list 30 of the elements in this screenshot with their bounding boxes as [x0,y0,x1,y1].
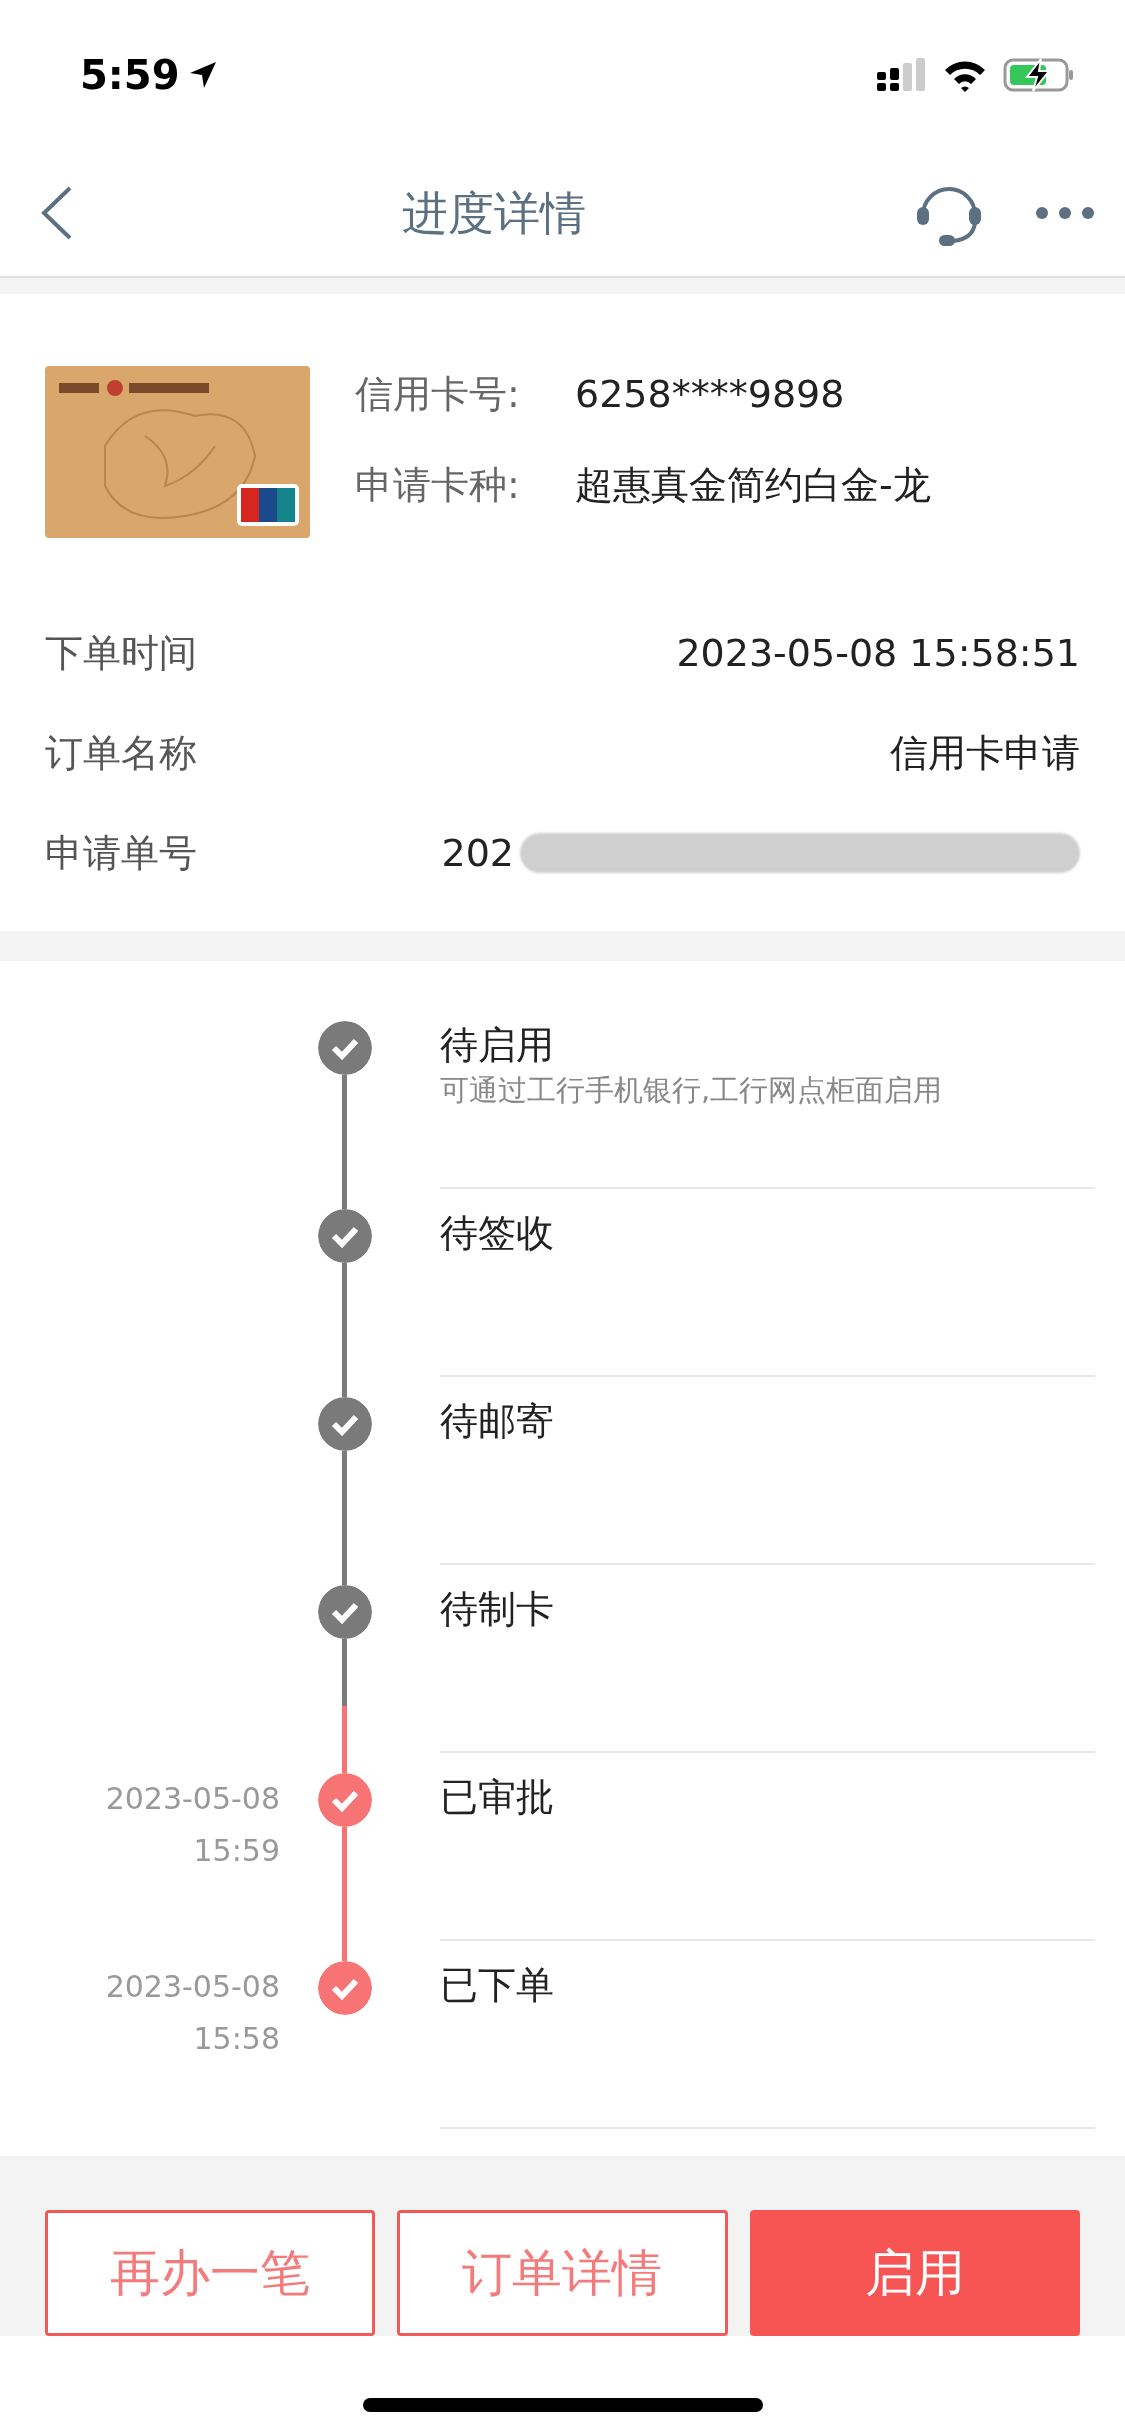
signal-icon [877,58,927,92]
order-label: 订单名称 [45,729,197,777]
order-label: 下单时间 [45,629,197,677]
step-date: 2023-05-08 [104,1968,280,2006]
back-icon[interactable] [40,185,74,241]
action-button[interactable]: 再办一笔 [45,2210,376,2336]
step-title: 待启用 [440,1022,555,1069]
step-subtitle: 可通过工行手机银行,工行网点柜面启用 [440,1072,944,1109]
step-title: 待签收 [440,1210,555,1257]
order-value: 信用卡申请 [890,729,1080,777]
field-label: 信用卡号: [355,371,521,418]
field-value: 6258****9898 [575,371,845,418]
step-title: 已审批 [440,1774,555,1821]
battery-charging-icon [1003,57,1075,93]
action-button[interactable]: 订单详情 [397,2210,728,2336]
page-title: 进度详情 [400,184,587,242]
step-time: 15:58 [192,2020,280,2058]
more-icon[interactable] [1035,206,1095,220]
step-date: 2023-05-08 [104,1780,280,1818]
order-value: 202 [441,829,514,877]
order-label: 申请单号 [45,829,197,877]
action-button[interactable]: 启用 [749,2210,1080,2336]
step-title: 待邮寄 [440,1398,555,1445]
step-time: 15:59 [192,1832,280,1870]
field-label: 申请卡种: [355,462,521,509]
step-title: 待制卡 [440,1586,555,1633]
field-value: 超惠真金简约白金-龙 [575,462,931,509]
status-time: 5:59 [80,51,180,100]
order-value: 2023-05-08 15:58:51 [676,629,1080,677]
step-title: 已下单 [440,1962,555,2009]
